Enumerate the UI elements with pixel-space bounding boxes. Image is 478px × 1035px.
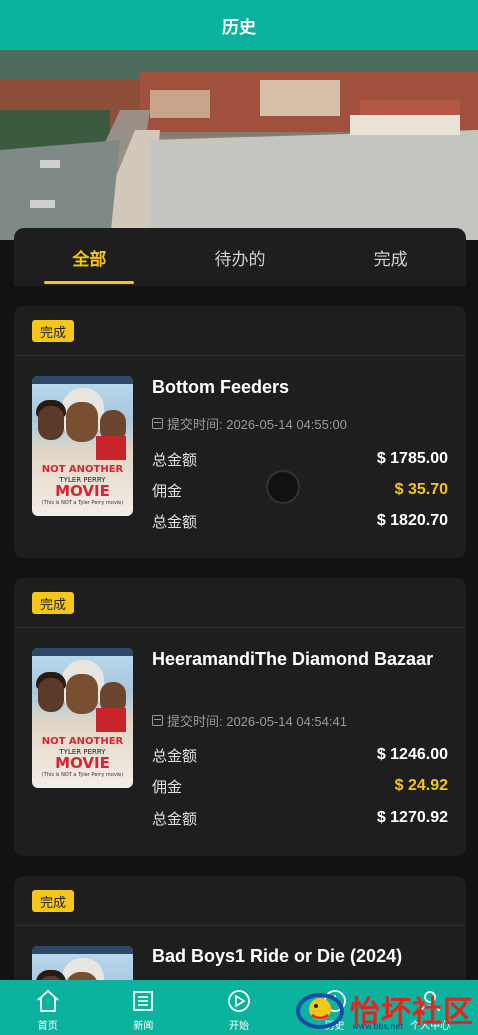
poster-text: NOT ANOTHER	[41, 736, 124, 747]
news-icon	[129, 987, 157, 1015]
loading-spinner	[266, 470, 300, 504]
status-badge: 完成	[32, 592, 75, 614]
total-row: 总金额 $ 1820.70	[152, 509, 448, 533]
amount-value: $ 1246.00	[376, 746, 448, 763]
commission-row: 佣金 $ 35.70	[152, 478, 448, 502]
nav-start[interactable]: 开始	[191, 980, 287, 1035]
home-icon	[34, 987, 62, 1015]
total-label: 总金额	[152, 512, 198, 531]
submit-time: 提交时间: 2026-05-14 04:54:41	[152, 711, 347, 730]
poster-text: (This is NOT a Tyler Perry movie)	[41, 772, 124, 778]
tab-pending[interactable]: 待办的	[165, 228, 316, 286]
total-label: 总金额	[152, 809, 198, 828]
order-card-header: 完成	[14, 876, 466, 926]
status-tabs: 全部 待办的 完成	[14, 228, 466, 286]
movie-title: HeeramandiThe Diamond Bazaar	[152, 649, 434, 669]
poster-text: (This is NOT a Tyler Perry movie)	[41, 500, 124, 506]
tab-all-label: 全部	[72, 249, 107, 270]
order-card[interactable]: 完成 NOT ANOTHER TYLER PERRY MOVIE (This i…	[14, 306, 466, 558]
amount-label: 总金额	[152, 450, 198, 469]
total-row: 总金额 $ 1270.92	[152, 806, 448, 830]
play-icon	[225, 987, 253, 1015]
order-card-header: 完成	[14, 578, 466, 628]
watermark-url: www.bbs.net	[352, 1022, 404, 1031]
status-badge: 完成	[32, 320, 75, 342]
tab-active-indicator	[44, 281, 135, 284]
order-card[interactable]: 完成 Bad Boys1 Ride or Die (2024)	[14, 876, 466, 980]
movie-title: Bottom Feeders	[152, 377, 290, 397]
commission-label: 佣金	[152, 481, 183, 500]
page-header: 历史	[0, 0, 478, 50]
tab-completed[interactable]: 完成	[315, 228, 466, 286]
movie-poster: NOT ANOTHER TYLER PERRY MOVIE (This is N…	[32, 648, 133, 788]
calendar-icon	[152, 715, 163, 726]
commission-value: $ 35.70	[394, 481, 448, 498]
site-watermark: 怡坏社区 www.bbs.net	[292, 982, 478, 1035]
calendar-icon	[152, 418, 163, 429]
movie-poster: NOT ANOTHER TYLER PERRY MOVIE (This is N…	[32, 376, 133, 516]
nav-home-label: 首页	[37, 1021, 58, 1032]
status-badge: 完成	[32, 890, 75, 912]
order-card-header: 完成	[14, 306, 466, 356]
tab-pending-label: 待办的	[214, 249, 266, 270]
submit-time-text: 提交时间: 2026-05-14 04:55:00	[167, 417, 347, 432]
page-title: 历史	[222, 17, 256, 38]
banner-image	[0, 50, 478, 240]
amount-row: 总金额 $ 1246.00	[152, 743, 448, 767]
banner-carousel[interactable]	[0, 50, 478, 240]
commission-label: 佣金	[152, 777, 183, 796]
amount-row: 总金额 $ 1785.00	[152, 447, 448, 471]
nav-start-label: 开始	[228, 1021, 249, 1032]
total-value: $ 1820.70	[376, 512, 448, 529]
commission-value: $ 24.92	[394, 777, 448, 794]
movie-title: Bad Boys1 Ride or Die (2024)	[152, 946, 403, 966]
total-value: $ 1270.92	[376, 809, 448, 826]
amount-value: $ 1785.00	[376, 450, 448, 467]
poster-text: MOVIE	[55, 482, 110, 500]
commission-row: 佣金 $ 24.92	[152, 774, 448, 798]
amount-label: 总金额	[152, 746, 198, 765]
movie-poster	[32, 946, 133, 980]
submit-time: 提交时间: 2026-05-14 04:55:00	[152, 414, 347, 433]
nav-news-label: 新闻	[133, 1021, 154, 1032]
watermark-logo	[292, 985, 348, 1033]
tab-all[interactable]: 全部	[14, 228, 165, 286]
submit-time-text: 提交时间: 2026-05-14 04:54:41	[167, 714, 347, 729]
tab-completed-label: 完成	[373, 249, 408, 270]
order-card[interactable]: 完成 NOT ANOTHER TYLER PERRY MOVIE (This i…	[14, 578, 466, 856]
nav-home[interactable]: 首页	[0, 980, 96, 1035]
nav-news[interactable]: 新闻	[96, 980, 192, 1035]
poster-text: NOT ANOTHER	[41, 464, 124, 475]
poster-text: MOVIE	[55, 754, 110, 772]
